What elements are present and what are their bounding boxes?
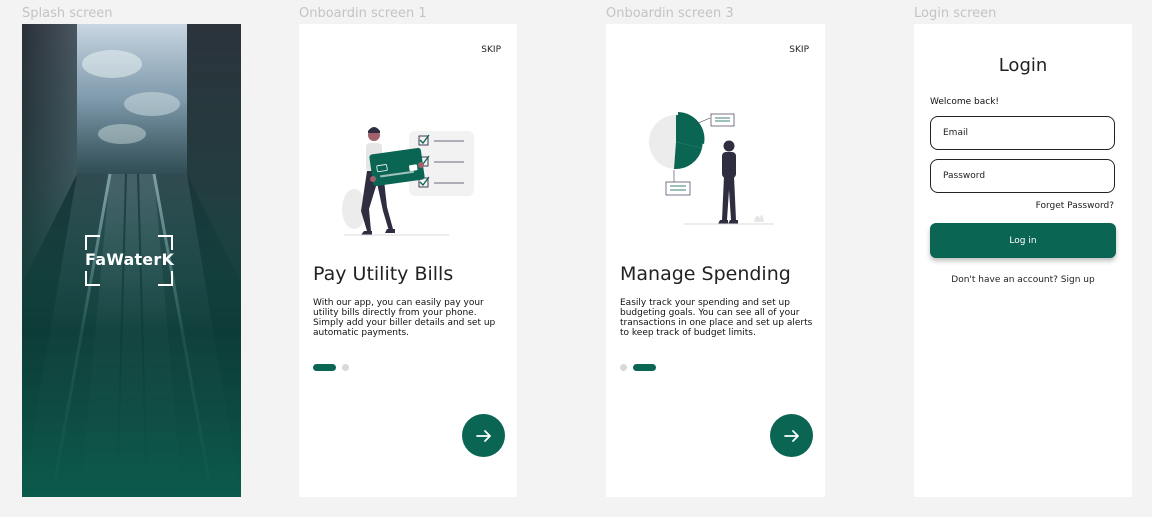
spending-illustration bbox=[649, 112, 774, 225]
login-button[interactable]: Log in bbox=[930, 223, 1116, 258]
frame-label-onboarding-3: Onboardin screen 3 bbox=[606, 6, 734, 21]
login-screen: Login Welcome back! Forget Password? Log… bbox=[914, 24, 1132, 497]
frame-label-splash: Splash screen bbox=[22, 6, 113, 21]
next-button[interactable] bbox=[770, 414, 813, 457]
onboarding-screen-1: SKIP Pay Utility Bills With our app, you… bbox=[299, 24, 517, 497]
page-indicator bbox=[313, 364, 349, 371]
onboarding-description: With our app, you can easily pay your ut… bbox=[313, 298, 496, 338]
onboarding-screen-3: SKIP Manage Spending Easily track your s… bbox=[606, 24, 825, 497]
skip-button[interactable]: SKIP bbox=[789, 45, 809, 55]
logo-corner bbox=[158, 271, 173, 286]
welcome-text: Welcome back! bbox=[930, 97, 1000, 107]
next-button[interactable] bbox=[462, 414, 505, 457]
page-dot-active bbox=[313, 364, 336, 371]
onboarding-description: Easily track your spending and set up bu… bbox=[620, 298, 813, 338]
splash-screen: FaWaterK bbox=[22, 24, 241, 497]
frame-label-login: Login screen bbox=[914, 6, 997, 21]
bills-illustration bbox=[342, 127, 474, 236]
forgot-password-link[interactable]: Forget Password? bbox=[1036, 201, 1114, 211]
login-title: Login bbox=[998, 55, 1048, 76]
signup-link[interactable]: Don't have an account? Sign up bbox=[914, 275, 1132, 285]
logo-text: FaWaterK bbox=[85, 250, 175, 269]
skip-button[interactable]: SKIP bbox=[481, 45, 501, 55]
page-indicator bbox=[620, 364, 656, 371]
arrow-right-icon bbox=[475, 429, 491, 442]
password-field[interactable] bbox=[930, 159, 1115, 193]
page-dot bbox=[620, 364, 627, 371]
onboarding-title: Pay Utility Bills bbox=[313, 263, 454, 285]
logo-corner bbox=[158, 235, 173, 250]
logo-corner bbox=[85, 235, 100, 250]
logo-corner bbox=[85, 271, 100, 286]
fawaterk-logo: FaWaterK bbox=[85, 235, 175, 286]
arrow-right-icon bbox=[783, 429, 799, 442]
email-field[interactable] bbox=[930, 116, 1115, 150]
onboarding-title: Manage Spending bbox=[620, 263, 791, 285]
page-dot bbox=[342, 364, 349, 371]
page-dot-active bbox=[633, 364, 656, 371]
frame-label-onboarding-1: Onboardin screen 1 bbox=[299, 6, 427, 21]
